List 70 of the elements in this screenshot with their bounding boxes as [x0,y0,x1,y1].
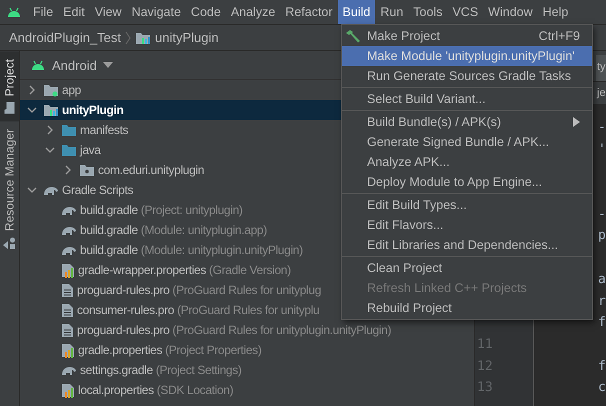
tree-item[interactable]: settings.gradle (Project Settings) [20,360,474,380]
elephant-icon [43,184,59,196]
menu-item[interactable]: Window [483,0,538,24]
menu-item[interactable]: Run [375,0,408,24]
elephant-icon [61,224,77,236]
tree-item[interactable]: gradle.properties (Project Properties) [20,340,474,360]
elephant-icon [61,364,77,376]
module-folder-icon [43,103,59,117]
properties-file-icon [61,382,75,398]
code-text: ' [598,142,606,157]
code-text: a [598,272,606,287]
menu-item[interactable]: Refactor [280,0,338,24]
menu-item[interactable]: Tools [408,0,448,24]
shapes-icon [4,237,16,250]
menu-item[interactable]: Analyze APK... [342,152,592,172]
package-icon [79,163,95,177]
text-file-icon [61,282,74,298]
menu-item[interactable]: Generate Signed Bundle / APK... [342,132,592,152]
code-text: p [598,228,606,244]
dropdown-caret-icon [102,62,113,68]
menu-item[interactable]: File [28,0,58,24]
menu-item[interactable]: View [90,0,127,24]
menu-item[interactable]: Analyze [226,0,280,24]
code-text: f [598,358,606,374]
text-file-icon [61,302,74,318]
menu-item[interactable]: Make Module 'unityplugin.unityPlugin' [342,46,592,66]
android-icon [6,6,22,18]
project-view-selector[interactable]: Android [52,58,97,72]
menu-item[interactable]: VCS [447,0,484,24]
menu-item[interactable]: Edit Build Types... [342,195,592,215]
android-icon [30,59,46,71]
editor-tab[interactable]: ty [596,55,606,81]
navigation-crumb[interactable]: je [597,87,606,99]
breadcrumb-separator-icon [125,30,132,44]
properties-file-icon [61,342,75,358]
tree-item[interactable]: proguard-rules.pro (ProGuard Rules for unityplugin.unityPlugin) [20,320,474,340]
menu-item[interactable]: Edit Flavors... [342,215,592,235]
tree-item[interactable]: local.properties (SDK Location) [20,380,474,400]
side-tab[interactable]: Project [0,51,19,122]
menu-item[interactable]: Deploy Module to App Engine... [342,172,592,192]
code-text: f [598,315,606,330]
code-text: r [598,294,606,308]
menu-item[interactable]: Select Build Variant... [342,89,592,109]
menu-item[interactable]: Clean Project [342,258,592,278]
code-text: - [598,206,606,222]
breadcrumb-item[interactable]: AndroidPlugin_Test [9,30,122,45]
properties-file-icon [61,262,75,278]
text-file-icon [61,322,74,338]
menu-item[interactable]: Code [186,0,226,24]
side-tab[interactable]: Resource Manager [0,121,19,258]
menu-item[interactable]: Rebuild Project [342,298,592,318]
menu-item[interactable]: Navigate [126,0,186,24]
menu-item[interactable]: Help [538,0,574,24]
elephant-icon [61,244,77,256]
folder-icon [61,123,77,137]
elephant-icon [61,204,77,216]
folder-icon [61,143,77,157]
folder-icon [4,102,15,114]
code-text: - [598,120,606,135]
breadcrumb-item[interactable]: unityPlugin [155,30,219,45]
menu-item[interactable]: Build [338,0,376,24]
shortcut-label: Ctrl+F9 [538,29,580,43]
folder-icon [43,83,59,97]
menu-item[interactable]: Edit Libraries and Dependencies... [342,235,592,255]
module-folder-icon [135,30,152,44]
menu-item[interactable]: Edit [58,0,90,24]
menu-item[interactable]: Make Project Ctrl+F9 [342,26,592,46]
menu-item[interactable]: Run Generate Sources Gradle Tasks [342,66,592,86]
code-text: c [598,380,606,396]
hammer-icon [345,29,361,43]
